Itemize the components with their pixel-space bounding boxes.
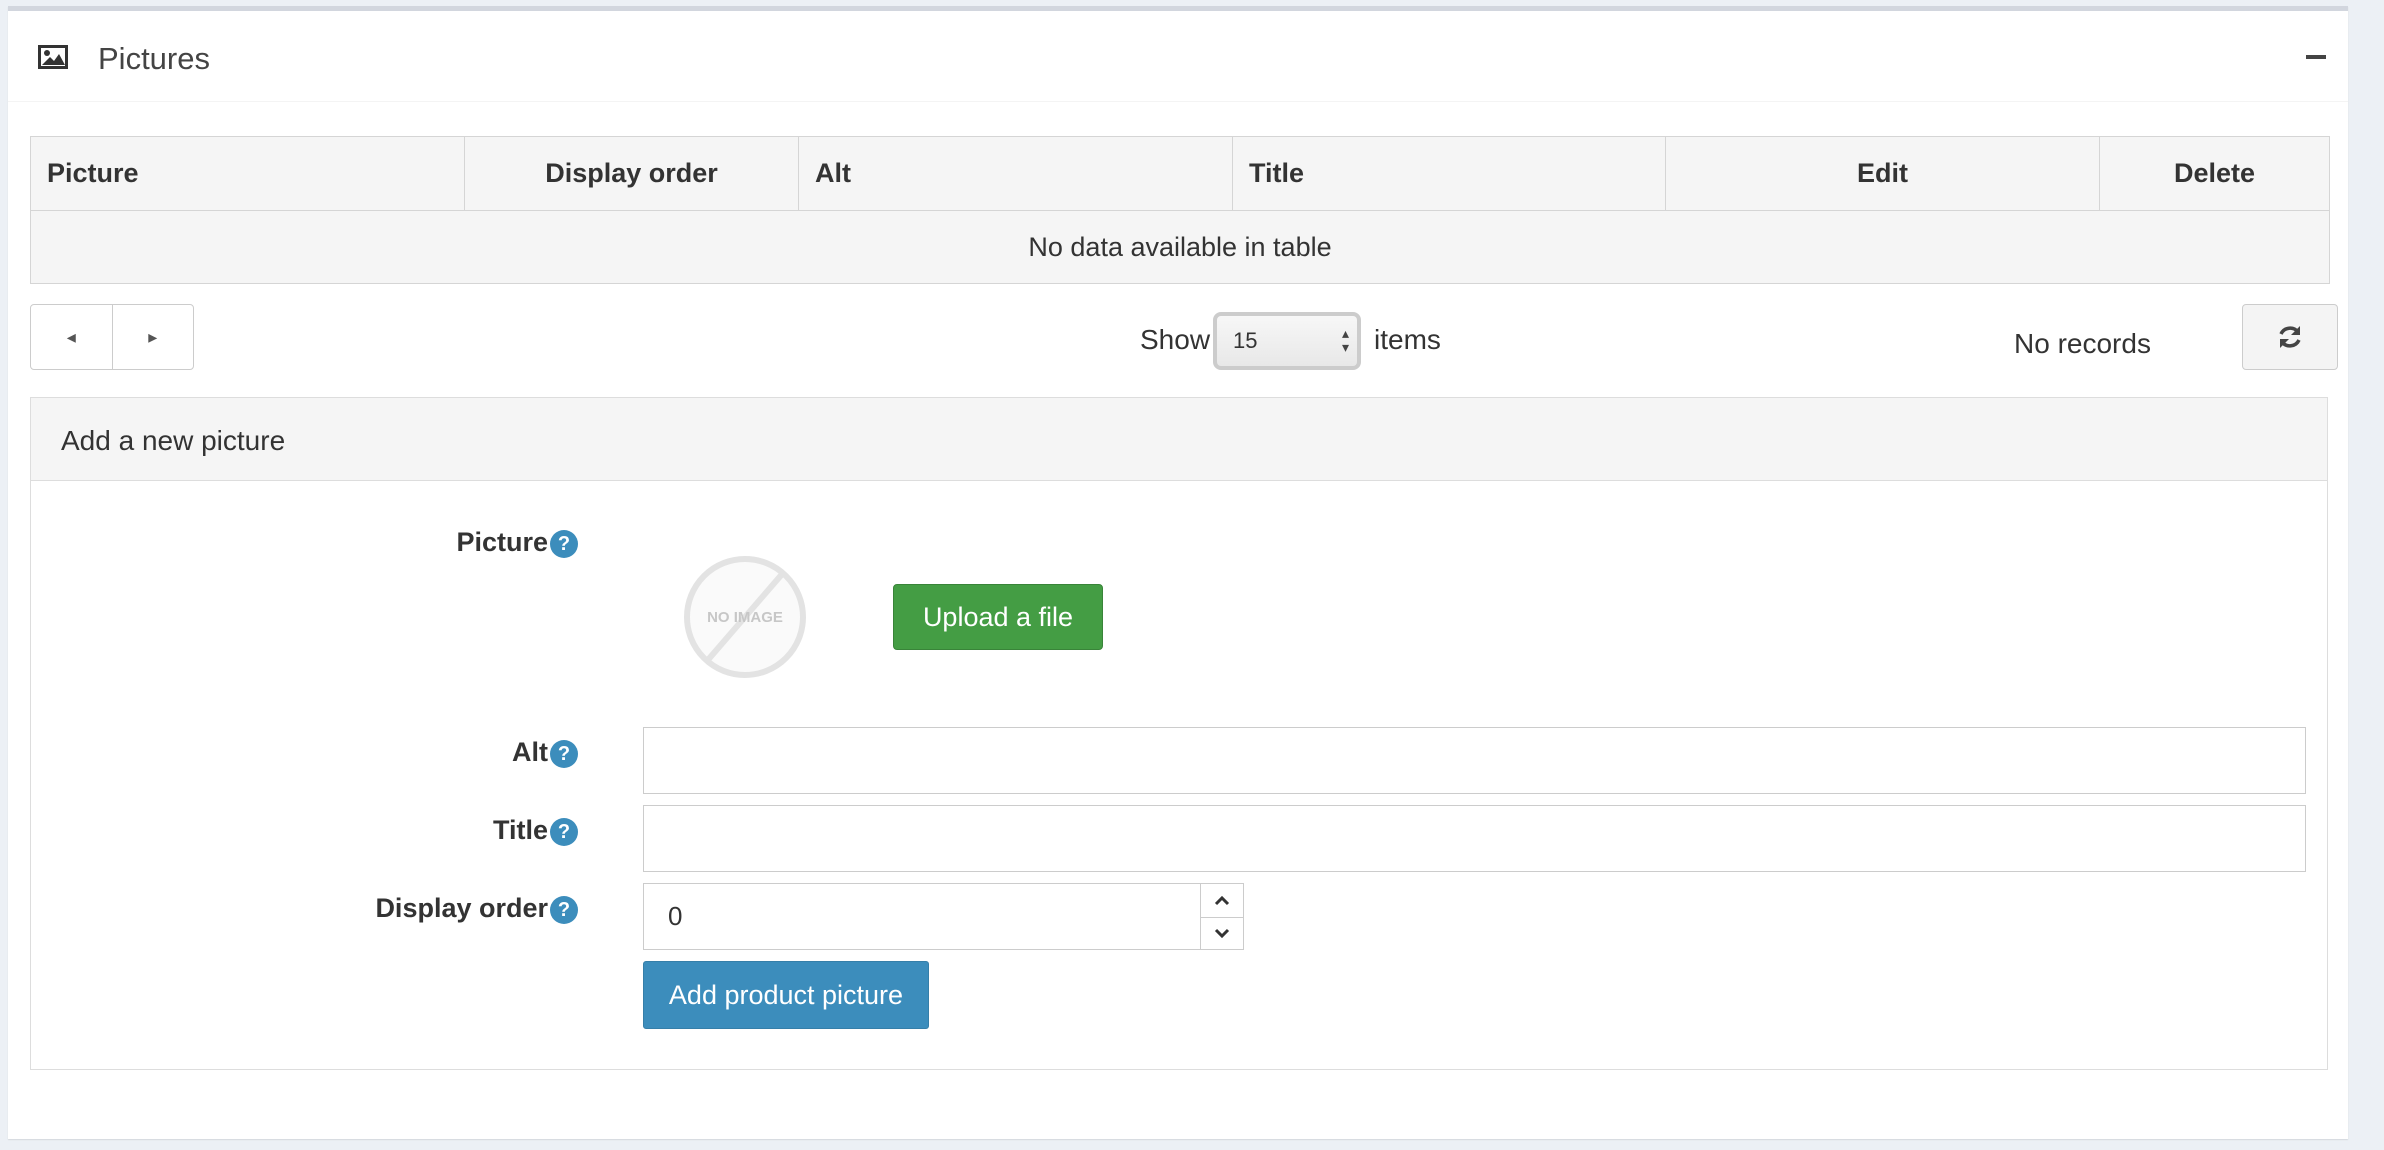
display-order-input[interactable]: 0 xyxy=(643,883,1201,950)
column-header-alt[interactable]: Alt xyxy=(799,137,1233,210)
box-header: Pictures xyxy=(8,11,2348,102)
help-icon[interactable]: ? xyxy=(550,818,578,846)
pictures-table: Picture Display order Alt Title Edit Del… xyxy=(30,136,2330,284)
alt-input[interactable] xyxy=(643,727,2306,794)
help-icon[interactable]: ? xyxy=(550,530,578,558)
refresh-icon xyxy=(2279,326,2301,348)
panel-title: Add a new picture xyxy=(61,425,286,456)
column-header-edit: Edit xyxy=(1666,137,2100,210)
upload-file-button[interactable]: Upload a file xyxy=(893,584,1103,650)
caret-right-icon: ▸ xyxy=(148,326,158,347)
collapse-button[interactable] xyxy=(2306,55,2326,59)
picture-label: Picture xyxy=(456,527,548,557)
no-image-text: NO IMAGE xyxy=(707,609,783,626)
show-label: Show xyxy=(1140,324,1211,355)
next-page-button[interactable]: ▸ xyxy=(111,305,194,369)
page-size-select[interactable]: 15 ▴ ▾ xyxy=(1213,312,1361,370)
box-title: Pictures xyxy=(98,41,210,76)
caret-left-icon: ◂ xyxy=(66,326,76,347)
column-header-display-order[interactable]: Display order xyxy=(465,137,799,210)
column-header-title[interactable]: Title xyxy=(1233,137,1666,210)
items-label: items xyxy=(1374,324,1441,355)
picture-icon xyxy=(38,45,68,69)
chevron-down-icon xyxy=(1214,928,1230,938)
column-header-picture[interactable]: Picture xyxy=(31,137,465,210)
previous-page-button[interactable]: ◂ xyxy=(31,305,112,369)
help-icon[interactable]: ? xyxy=(550,740,578,768)
title-input[interactable] xyxy=(643,805,2306,872)
pager-buttons: ◂ ▸ xyxy=(30,304,194,370)
select-arrows-icon: ▴ ▾ xyxy=(1341,325,1349,355)
alt-label: Alt xyxy=(512,737,548,767)
increment-button[interactable] xyxy=(1201,884,1243,918)
display-order-stepper xyxy=(1200,883,1244,950)
panel-heading: Add a new picture xyxy=(31,398,2327,481)
column-header-delete: Delete xyxy=(2173,158,2256,188)
refresh-button[interactable] xyxy=(2242,304,2338,370)
help-icon[interactable]: ? xyxy=(550,896,578,924)
add-product-picture-button[interactable]: Add product picture xyxy=(643,961,929,1029)
pictures-box: Pictures Picture Display order Alt Title… xyxy=(8,6,2348,1139)
table-header: Picture Display order Alt Title Edit Del… xyxy=(31,137,2329,211)
decrement-button[interactable] xyxy=(1201,916,1243,949)
display-order-label: Display order xyxy=(375,893,548,923)
records-info: No records xyxy=(2014,328,2151,359)
empty-table-message: No data available in table xyxy=(1028,232,1332,262)
page-size-value: 15 xyxy=(1233,328,1258,353)
chevron-up-icon xyxy=(1214,895,1230,905)
title-label: Title xyxy=(492,815,548,845)
no-image-placeholder: NO IMAGE xyxy=(684,556,806,678)
